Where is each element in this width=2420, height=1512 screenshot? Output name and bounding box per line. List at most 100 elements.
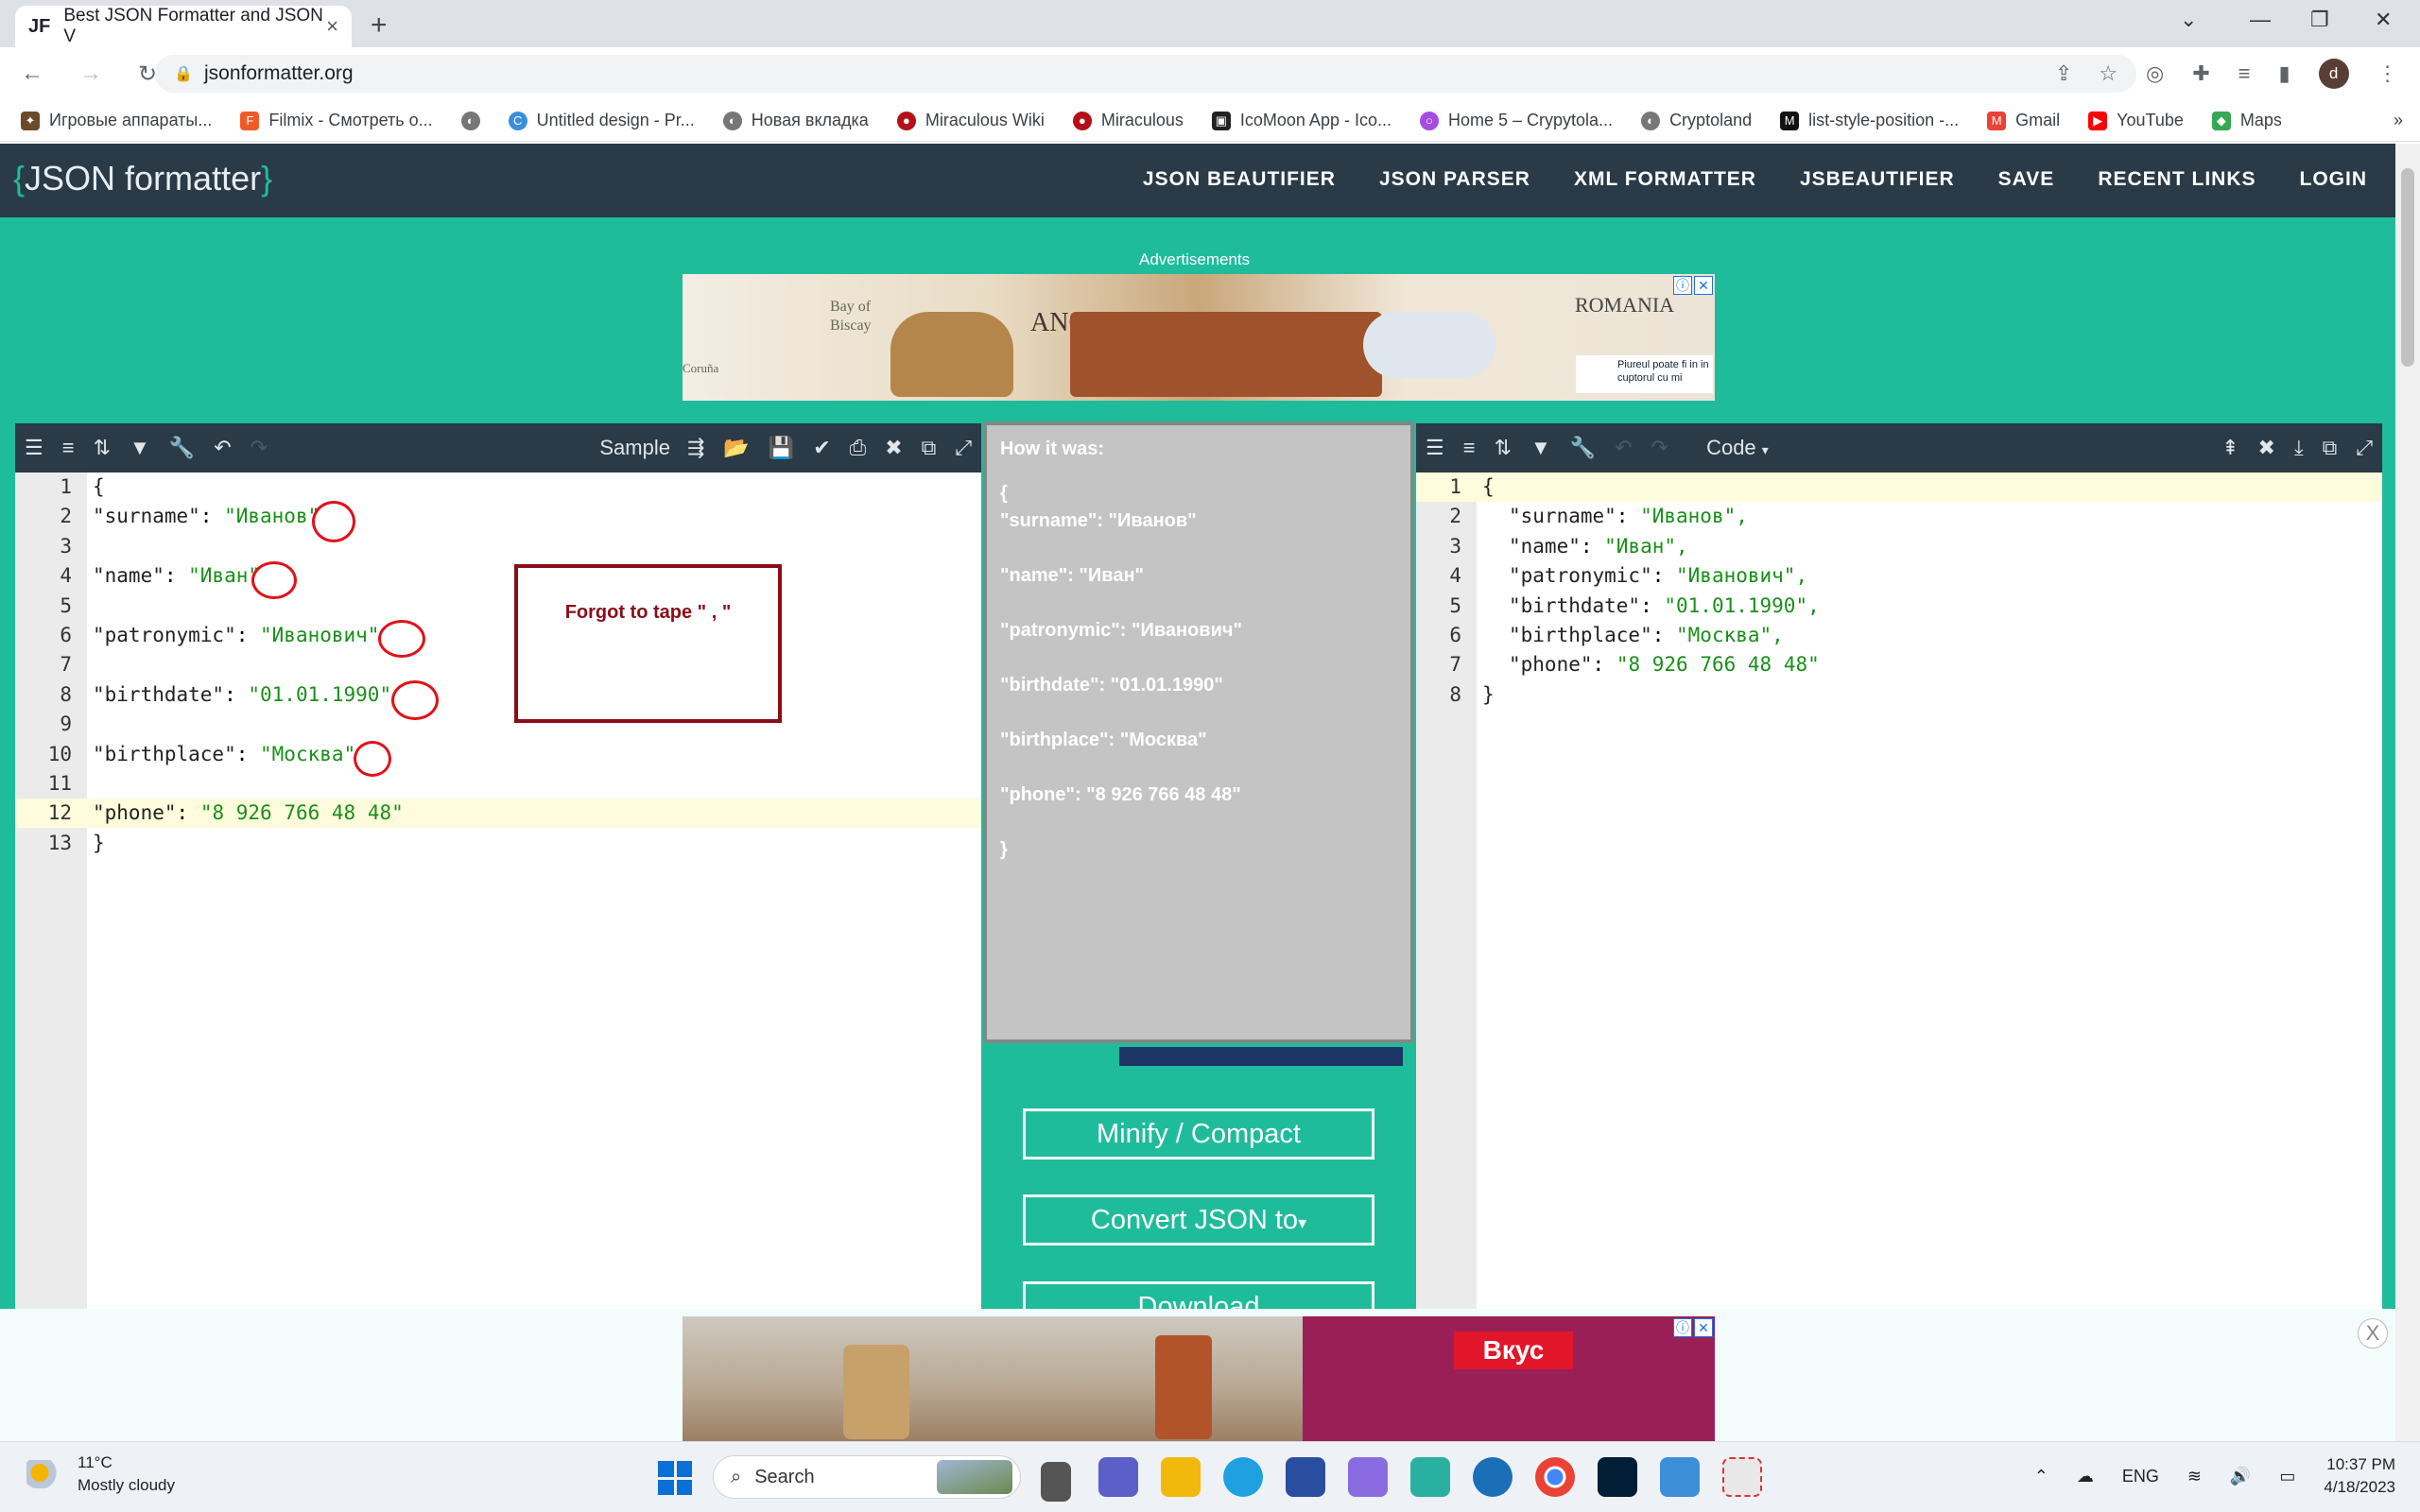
bookmark[interactable]: ● Miraculous Wiki xyxy=(896,111,1045,130)
print-icon[interactable]: ⎙ xyxy=(850,436,867,460)
puzzle-icon[interactable]: ✚ xyxy=(2192,61,2209,86)
right-editor[interactable]: 1{2 "surname": "Иванов", 3 "name": "Иван", 4… xyxy=(1416,472,2382,1309)
task-view-icon[interactable] xyxy=(1041,1462,1071,1502)
ad-close-icon[interactable]: ✕ xyxy=(1694,1318,1713,1337)
clear-icon[interactable]: ✖ xyxy=(885,436,902,460)
volume-icon[interactable]: 🔊 xyxy=(2230,1467,2251,1486)
convert-json-button[interactable]: Convert JSON to▾ xyxy=(1023,1194,1374,1246)
copy-icon[interactable]: ⧉ xyxy=(922,436,937,460)
bookmark[interactable]: ◐ Новая вкладка xyxy=(722,111,869,130)
wifi-icon[interactable]: ≋ xyxy=(2187,1467,2202,1486)
bookmark[interactable]: ○ Home 5 – Crypytola... xyxy=(1419,111,1613,130)
mode-select[interactable]: Code ▾ xyxy=(1706,436,1769,460)
top-advertisement[interactable]: Bay of Biscay Coruña ANCE ROMANIA Piureu… xyxy=(683,274,1715,401)
clear-icon[interactable]: ✖ xyxy=(2258,436,2275,460)
ad-info-icon[interactable]: ⓘ xyxy=(1673,1318,1692,1337)
validate-icon[interactable]: ✔ xyxy=(813,436,830,460)
nav-xml-formatter[interactable]: XML FORMATTER xyxy=(1574,168,1756,191)
close-tab-icon[interactable]: × xyxy=(326,14,338,39)
language-indicator[interactable]: ENG xyxy=(2122,1467,2159,1486)
close-ad-icon[interactable]: X xyxy=(2358,1318,2388,1349)
browser-tab[interactable]: JF Best JSON Formatter and JSON V × xyxy=(15,6,352,47)
calendar-app-icon[interactable] xyxy=(1348,1457,1388,1497)
media-icon[interactable]: ≡ xyxy=(2238,61,2251,86)
save-icon[interactable]: 💾 xyxy=(769,436,794,460)
sort-icon[interactable]: ⇅ xyxy=(1495,436,1512,460)
share-icon[interactable]: ⇪ xyxy=(2055,61,2072,86)
minimize-icon[interactable]: — xyxy=(2250,8,2271,32)
download-icon[interactable]: ⤓ xyxy=(2294,436,2304,460)
side-panel-icon[interactable]: ▮ xyxy=(2278,61,2290,86)
taskbar-search[interactable]: ⌕ Search xyxy=(713,1455,1021,1499)
compact-icon[interactable]: ≡ xyxy=(1463,436,1476,460)
bookmark[interactable]: ◐ Cryptoland xyxy=(1641,111,1752,130)
usb-icon[interactable]: ⇶ xyxy=(687,436,704,460)
compact-icon[interactable]: ≡ xyxy=(62,436,75,460)
store-icon[interactable] xyxy=(1286,1457,1325,1497)
fullscreen-icon[interactable]: ⤢ xyxy=(2356,436,2373,460)
bookmark-star-icon[interactable]: ☆ xyxy=(2099,61,2118,86)
undo-icon[interactable]: ↶ xyxy=(214,436,231,460)
sync-app-icon[interactable] xyxy=(1410,1457,1450,1497)
format-icon[interactable]: ☰ xyxy=(25,436,43,460)
chevron-up-icon[interactable]: ⌃ xyxy=(2034,1467,2048,1486)
wrench-icon[interactable]: 🔧 xyxy=(1570,436,1596,460)
window-close-icon[interactable]: ✕ xyxy=(2375,8,2392,32)
photos-icon[interactable] xyxy=(1660,1457,1700,1497)
copy-icon[interactable]: ⧉ xyxy=(2323,436,2338,460)
clock[interactable]: 10:37 PM 4/18/2023 xyxy=(2324,1453,2395,1499)
filter-icon[interactable]: ▼ xyxy=(1530,436,1551,460)
ad-choices[interactable]: ⓘ ✕ xyxy=(1673,1318,1713,1337)
bookmark[interactable]: ◆ Maps xyxy=(2211,111,2282,130)
redo-icon[interactable]: ↷ xyxy=(251,436,268,460)
bookmark[interactable]: ● Miraculous xyxy=(1072,111,1184,130)
back-icon[interactable]: ← xyxy=(21,60,59,87)
minify-button[interactable]: Minify / Compact xyxy=(1023,1108,1374,1160)
photoshop-icon[interactable] xyxy=(1598,1457,1637,1497)
ad-close-icon[interactable]: ✕ xyxy=(1694,276,1713,295)
new-tab-icon[interactable]: + xyxy=(371,9,388,42)
redo-icon[interactable]: ↷ xyxy=(1651,436,1668,460)
bookmark[interactable]: F Filmix - Смотреть о... xyxy=(240,111,433,130)
media-app-icon[interactable] xyxy=(1473,1457,1512,1497)
battery-icon[interactable]: ▭ xyxy=(2279,1467,2295,1486)
bottom-advertisement[interactable]: Вкус ⓘ ✕ xyxy=(683,1316,1715,1443)
bookmark[interactable]: ✦ Игровые аппараты... xyxy=(21,111,212,130)
scrollbar-thumb[interactable] xyxy=(2401,168,2414,367)
bookmark[interactable]: C Untitled design - Pr... xyxy=(508,111,695,130)
url-input[interactable]: 🔒 jsonformatter.org ⇪ ☆ xyxy=(155,55,2136,93)
nav-login[interactable]: LOGIN xyxy=(2300,168,2368,191)
undo-icon[interactable]: ↶ xyxy=(1615,436,1632,460)
fullscreen-icon[interactable]: ⤢ xyxy=(955,436,972,460)
tab-search-icon[interactable]: ⌄ xyxy=(2180,8,2197,32)
maximize-icon[interactable]: ❐ xyxy=(2310,8,2329,32)
wrench-icon[interactable]: 🔧 xyxy=(169,436,195,460)
sort-icon[interactable]: ⇅ xyxy=(94,436,111,460)
chat-icon[interactable] xyxy=(1098,1457,1138,1497)
bookmark[interactable]: M Gmail xyxy=(1987,111,2060,130)
site-logo[interactable]: {JSON formatter} xyxy=(13,159,272,198)
menu-icon[interactable]: ⋮ xyxy=(2377,61,2398,86)
bookmark[interactable]: Mlist-style-position -... xyxy=(1780,111,1959,130)
forward-icon[interactable]: → xyxy=(79,60,117,87)
edge-icon[interactable] xyxy=(1223,1457,1263,1497)
ad-choices[interactable]: ⓘ ✕ xyxy=(1673,276,1713,295)
format-icon[interactable]: ☰ xyxy=(1426,436,1444,460)
snipping-tool-icon[interactable] xyxy=(1722,1457,1762,1497)
filter-icon[interactable]: ▼ xyxy=(130,436,150,460)
more-bookmarks-icon[interactable]: » xyxy=(2394,111,2403,130)
compass-icon[interactable]: ◎ xyxy=(2146,61,2164,86)
nav-save[interactable]: SAVE xyxy=(1998,168,2055,191)
file-explorer-icon[interactable] xyxy=(1161,1457,1201,1497)
bookmark[interactable]: ◐ xyxy=(460,111,480,130)
bookmark[interactable]: ▣ IcoMoon App - Ico... xyxy=(1211,111,1392,130)
sample-button[interactable]: Sample xyxy=(599,436,670,460)
avatar[interactable]: d xyxy=(2318,59,2349,89)
ad-info-icon[interactable]: ⓘ xyxy=(1673,276,1692,295)
nav-jsbeautifier[interactable]: JSBEAUTIFIER xyxy=(1800,168,1955,191)
nav-json-beautifier[interactable]: JSON BEAUTIFIER xyxy=(1143,168,1336,191)
weather-widget[interactable]: 11°C Mostly cloudy xyxy=(26,1452,175,1497)
left-editor[interactable]: 1{2 "surname": "Иванов" 3 4 "name": "Иван" 5 6… xyxy=(15,472,981,1309)
open-file-icon[interactable]: 📂 xyxy=(723,436,749,460)
tree-icon[interactable]: ⇞ xyxy=(2221,436,2238,460)
